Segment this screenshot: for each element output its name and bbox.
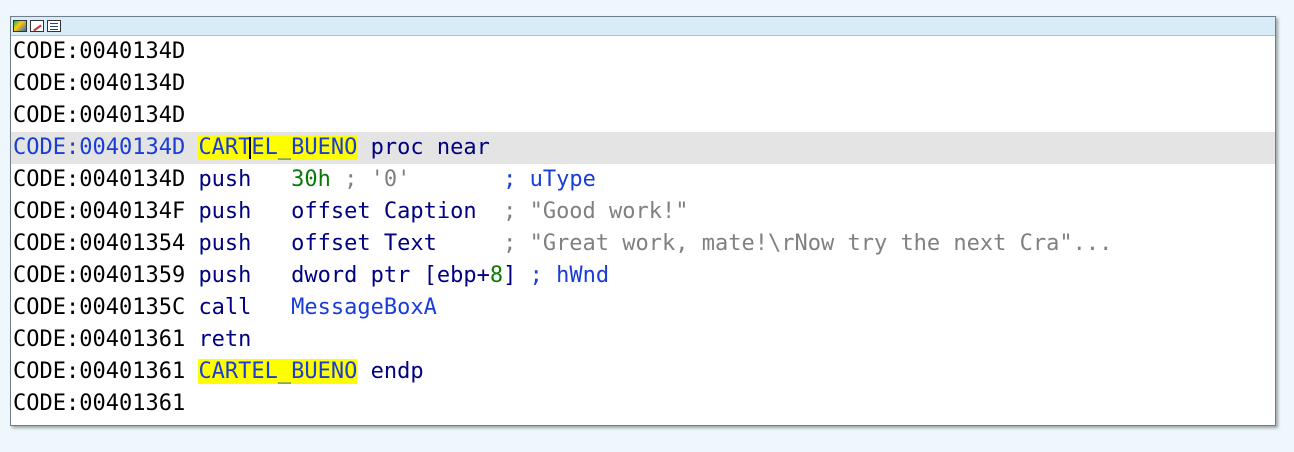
code-listing[interactable]: CODE:0040134D CODE:0040134D CODE:0040134… <box>11 36 1275 420</box>
address: CODE:00401361 <box>13 327 186 352</box>
proc-label-part-b: EL_BUENO <box>251 135 358 160</box>
mnemonic: push <box>198 167 292 192</box>
comment: ; "Great work, mate!\rNow try the next C… <box>436 231 1113 256</box>
graph-view-icon[interactable] <box>13 20 27 32</box>
address: CODE:0040135C <box>13 295 186 320</box>
mnemonic: retn <box>198 327 252 352</box>
code-line[interactable]: CODE:00401361 CARTEL_BUENO endp <box>11 356 1275 388</box>
code-line[interactable]: CODE:00401354 push offset Text ; "Great … <box>11 228 1275 260</box>
immediate-value: 30h <box>291 167 331 192</box>
code-line[interactable]: CODE:0040134D <box>11 100 1275 132</box>
mnemonic: call <box>198 295 292 320</box>
address: CODE:00401359 <box>13 263 186 288</box>
call-target[interactable]: MessageBoxA <box>291 295 437 320</box>
code-line[interactable]: CODE:00401361 retn <box>11 324 1275 356</box>
window-titlebar <box>11 17 1275 36</box>
code-line[interactable]: CODE:0040134D push 30h ; '0' ; uType <box>11 164 1275 196</box>
text-cursor <box>249 137 252 159</box>
address: CODE:00401354 <box>13 231 186 256</box>
code-line[interactable]: CODE:0040134D <box>11 36 1275 68</box>
address: CODE:0040134D <box>13 135 186 160</box>
code-line[interactable]: CODE:0040134F push offset Caption ; "Goo… <box>11 196 1275 228</box>
code-line-current[interactable]: CODE:0040134D CARTEL_BUENO proc near <box>11 132 1275 164</box>
proc-directive: proc near <box>370 135 490 160</box>
param-comment: ; uType <box>503 167 596 192</box>
code-line[interactable]: CODE:0040134D <box>11 68 1275 100</box>
address: CODE:00401361 <box>13 359 186 384</box>
code-line[interactable]: CODE:00401361 <box>11 388 1275 420</box>
operand[interactable]: offset Text <box>291 231 437 256</box>
operand-part: dword ptr [ebp+ <box>291 263 490 288</box>
proc-label-highlighted[interactable]: CARTEL_BUENO <box>198 135 358 160</box>
address: CODE:0040134D <box>13 103 186 128</box>
comment: ; "Good work!" <box>476 199 689 224</box>
immediate-value: 8 <box>489 263 504 288</box>
address: CODE:0040134F <box>13 199 186 224</box>
mnemonic: push <box>198 231 292 256</box>
mnemonic: push <box>198 199 292 224</box>
code-line[interactable]: CODE:0040135C call MessageBoxA <box>11 292 1275 324</box>
comment: ; '0' <box>330 167 504 192</box>
disassembly-window: CODE:0040134D CODE:0040134D CODE:0040134… <box>10 16 1276 426</box>
proc-label-highlighted[interactable]: CARTEL_BUENO <box>198 359 358 384</box>
code-line[interactable]: CODE:00401359 push dword ptr [ebp+8] ; h… <box>11 260 1275 292</box>
mnemonic: push <box>198 263 292 288</box>
operand[interactable]: offset Caption <box>291 199 476 224</box>
list-view-icon[interactable] <box>47 20 61 32</box>
address: CODE:0040134D <box>13 167 186 192</box>
address: CODE:0040134D <box>13 71 186 96</box>
proc-label-part-a: CART <box>198 135 252 160</box>
address: CODE:00401361 <box>13 391 186 416</box>
edit-icon[interactable] <box>30 20 44 32</box>
operand-part: ] <box>503 263 517 288</box>
param-comment: ; hWnd <box>516 263 610 288</box>
address: CODE:0040134D <box>13 39 186 64</box>
proc-directive: endp <box>370 359 424 384</box>
